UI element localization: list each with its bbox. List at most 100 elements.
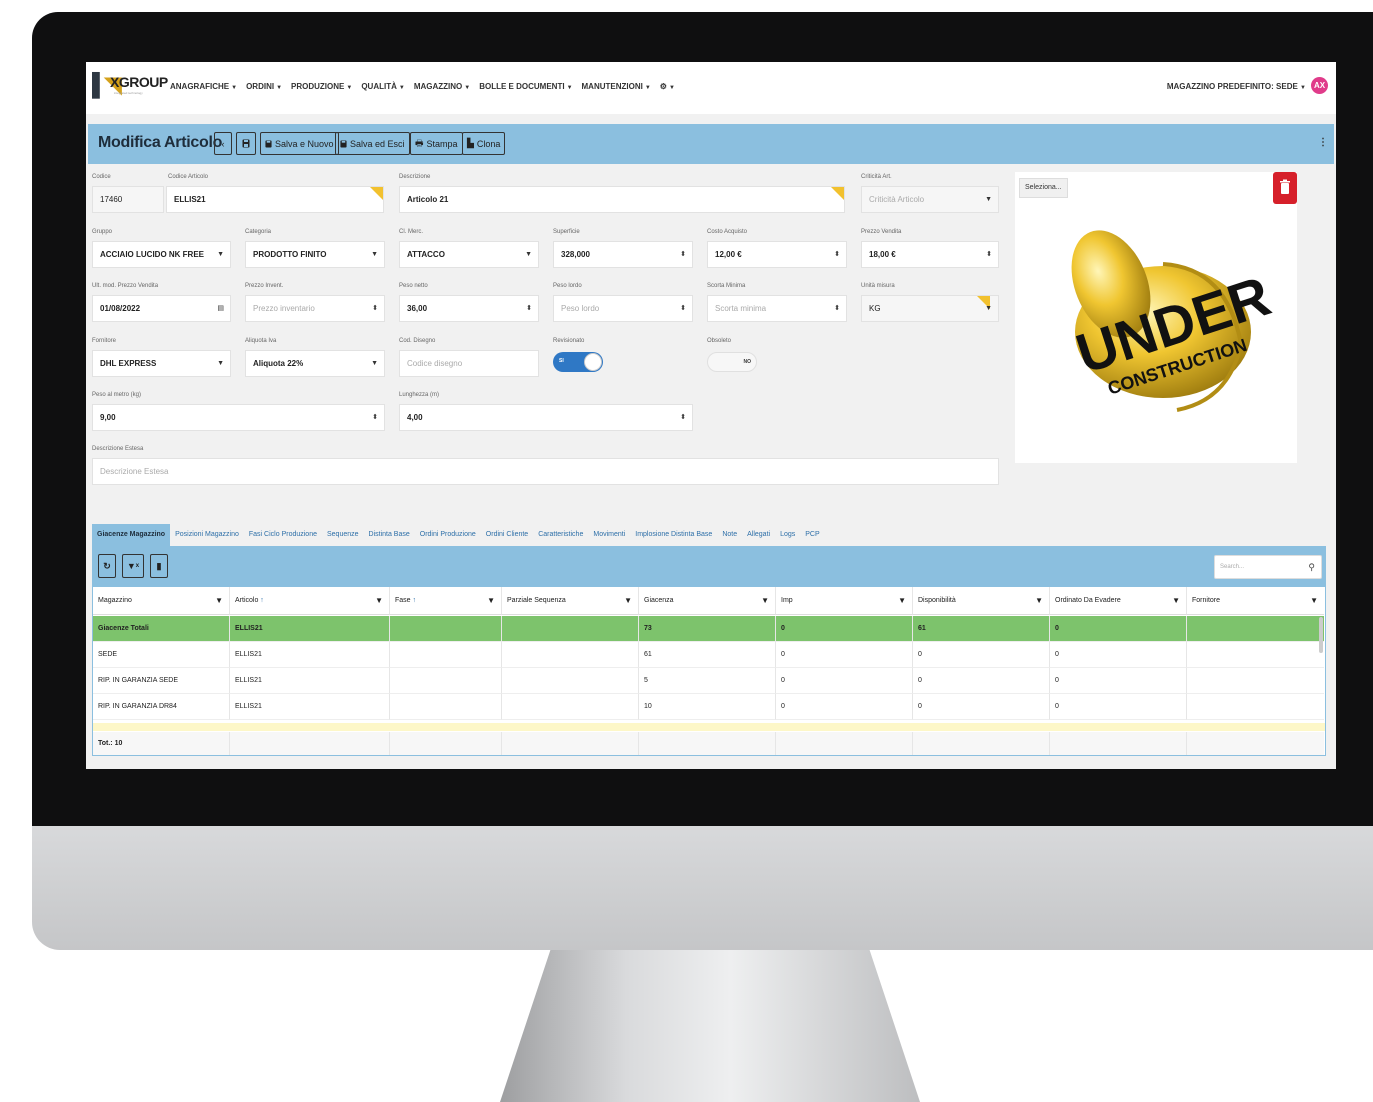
user-avatar[interactable]: AX [1311, 77, 1328, 94]
filter-icon[interactable]: ▼ [1172, 587, 1180, 614]
cell-magazzino: RIP. IN GARANZIA SEDE [93, 668, 230, 694]
peso-netto-field[interactable]: 36,00 ⬍ [399, 295, 539, 322]
stepper-icon[interactable]: ⬍ [680, 242, 686, 267]
stepper-icon[interactable]: ⬍ [372, 405, 378, 430]
tab-fasi-ciclo-produzione[interactable]: Fasi Ciclo Produzione [244, 524, 322, 546]
tab-implosione-distinta-base[interactable]: Implosione Distinta Base [630, 524, 717, 546]
clear-filter-button[interactable]: ▼ˣ [122, 554, 144, 578]
stepper-icon[interactable]: ⬍ [986, 242, 992, 267]
sort-asc-icon: ↑ [260, 597, 264, 604]
total-count: Tot.: 10 [93, 732, 230, 755]
unita-misura-select[interactable]: KG ▼ [861, 295, 999, 322]
menu-settings[interactable]: ⚙ ▼ [660, 82, 675, 91]
save-and-exit-button[interactable]: Salva ed Esci [335, 132, 410, 155]
stepper-icon[interactable]: ⬍ [680, 405, 686, 430]
clone-button[interactable]: ▙ Clona [462, 132, 506, 155]
descrizione-field[interactable]: Articolo 21 [399, 186, 845, 213]
column-header-fase[interactable]: Fase ↑ ▼ [390, 587, 502, 615]
save-and-new-button[interactable]: Salva e Nuovo [260, 132, 339, 155]
filter-icon[interactable]: ▼ [215, 587, 223, 614]
table-row[interactable]: Giacenze Totali ELLIS21 73 0 61 0 [93, 616, 1325, 642]
tab-posizioni-magazzino[interactable]: Posizioni Magazzino [170, 524, 244, 546]
xgroup-logo[interactable]: ▌◥ XGROUP integrated technology [92, 72, 168, 108]
tab-pcp[interactable]: PCP [800, 524, 824, 546]
stepper-icon[interactable]: ⬍ [680, 296, 686, 321]
menu-qualita[interactable]: QUALITÀ ▼ [361, 82, 405, 91]
codice-articolo-field[interactable]: ELLIS21 [166, 186, 384, 213]
more-options-icon[interactable]: ⋮ [1318, 137, 1328, 148]
tab-note[interactable]: Note [717, 524, 742, 546]
calendar-icon[interactable]: ▤ [217, 296, 224, 321]
descrizione-label: Descrizione [399, 174, 431, 180]
table-row[interactable]: RIP. IN GARANZIA SEDE ELLIS21 5 0 0 0 [93, 668, 1325, 694]
prezzo-invent-field[interactable]: Prezzo inventario ⬍ [245, 295, 385, 322]
filter-icon[interactable]: ▼ [624, 587, 632, 614]
column-header-magazzino[interactable]: Magazzino ▼ [93, 587, 230, 615]
ult-mod-date-field[interactable]: 01/08/2022 ▤ [92, 295, 231, 322]
peso-lordo-field[interactable]: Peso lordo ⬍ [553, 295, 693, 322]
obsoleto-toggle[interactable]: NO [707, 352, 757, 372]
menu-produzione[interactable]: PRODUZIONE ▼ [291, 82, 352, 91]
peso-metro-field[interactable]: 9,00 ⬍ [92, 404, 385, 431]
filter-icon[interactable]: ▼ [1035, 587, 1043, 614]
print-button[interactable]: 🖶 Stampa [410, 132, 463, 155]
scorta-minima-field[interactable]: Scorta minima ⬍ [707, 295, 847, 322]
default-warehouse-menu[interactable]: MAGAZZINO PREDEFINITO: SEDE ▼ [1167, 82, 1306, 91]
criticita-select[interactable]: Criticità Articolo ▼ [861, 186, 999, 213]
cod-disegno-field[interactable]: Codice disegno [399, 350, 539, 377]
column-header-giacenza[interactable]: Giacenza ▼ [639, 587, 776, 615]
dropdown-caret-icon: ▼ [985, 305, 992, 312]
codice-label: Codice [92, 174, 111, 180]
filter-icon[interactable]: ▼ [375, 587, 383, 614]
filter-icon[interactable]: ▼ [1310, 587, 1318, 614]
fornitore-label: Fornitore [92, 338, 117, 344]
filter-icon[interactable]: ▼ [898, 587, 906, 614]
tab-caratteristiche[interactable]: Caratteristiche [533, 524, 588, 546]
column-header-imp[interactable]: Imp ▼ [776, 587, 913, 615]
menu-bolle-documenti[interactable]: BOLLE E DOCUMENTI ▼ [479, 82, 572, 91]
superficie-field[interactable]: 328,000 ⬍ [553, 241, 693, 268]
lunghezza-field[interactable]: 4,00 ⬍ [399, 404, 693, 431]
cl-merc-select[interactable]: ATTACCO ▼ [399, 241, 539, 268]
categoria-select[interactable]: PRODOTTO FINITO ▼ [245, 241, 385, 268]
menu-magazzino[interactable]: MAGAZZINO ▼ [414, 82, 470, 91]
back-button[interactable]: ‹ [214, 132, 232, 155]
fornitore-select[interactable]: DHL EXPRESS ▼ [92, 350, 231, 377]
tab-logs[interactable]: Logs [775, 524, 800, 546]
column-header-parziale-sequenza[interactable]: Parziale Sequenza ▼ [502, 587, 639, 615]
stepper-icon[interactable]: ⬍ [372, 296, 378, 321]
printer-icon: 🖶 [415, 137, 424, 148]
tab-giacenze-magazzino[interactable]: Giacenze Magazzino [92, 524, 171, 546]
aliquota-iva-select[interactable]: Aliquota 22% ▼ [245, 350, 385, 377]
stepper-icon[interactable]: ⬍ [526, 296, 532, 321]
column-header-fornitore[interactable]: Fornitore ▼ [1187, 587, 1324, 615]
tab-movimenti[interactable]: Movimenti [588, 524, 630, 546]
prezzo-vendita-field[interactable]: 18,00 € ⬍ [861, 241, 999, 268]
tab-distinta-base[interactable]: Distinta Base [364, 524, 415, 546]
tab-sequenze[interactable]: Sequenze [322, 524, 364, 546]
tab-allegati[interactable]: Allegati [742, 524, 775, 546]
table-row[interactable]: SEDE ELLIS21 61 0 0 0 [93, 642, 1325, 668]
tab-ordini-produzione[interactable]: Ordini Produzione [415, 524, 481, 546]
grid-search-input[interactable]: Search... ⚲ [1214, 555, 1322, 579]
menu-anagrafiche[interactable]: ANAGRAFICHE ▼ [170, 82, 237, 91]
menu-ordini[interactable]: ORDINI ▼ [246, 82, 282, 91]
menu-manutenzioni[interactable]: MANUTENZIONI ▼ [582, 82, 651, 91]
filter-icon[interactable]: ▼ [761, 587, 769, 614]
stepper-icon[interactable]: ⬍ [834, 242, 840, 267]
export-button[interactable]: ▮ [150, 554, 168, 578]
costo-acquisto-field[interactable]: 12,00 € ⬍ [707, 241, 847, 268]
stepper-icon[interactable]: ⬍ [834, 296, 840, 321]
revisionato-toggle[interactable]: SI [553, 352, 603, 372]
refresh-button[interactable]: ↻ [98, 554, 116, 578]
column-header-disponibilita[interactable]: Disponibilità ▼ [913, 587, 1050, 615]
column-header-ordinato[interactable]: Ordinato Da Evadere ▼ [1050, 587, 1187, 615]
filter-icon[interactable]: ▼ [487, 587, 495, 614]
tab-ordini-cliente[interactable]: Ordini Cliente [481, 524, 533, 546]
table-row[interactable]: RIP. IN GARANZIA DR84 ELLIS21 10 0 0 0 [93, 694, 1325, 720]
save-button[interactable] [236, 132, 256, 155]
descrizione-estesa-field[interactable]: Descrizione Estesa [92, 458, 999, 485]
column-header-articolo[interactable]: Articolo ↑ ▼ [230, 587, 390, 615]
grid-scrollbar[interactable] [1319, 617, 1323, 653]
gruppo-select[interactable]: ACCIAIO LUCIDO NK FREE ▼ [92, 241, 231, 268]
